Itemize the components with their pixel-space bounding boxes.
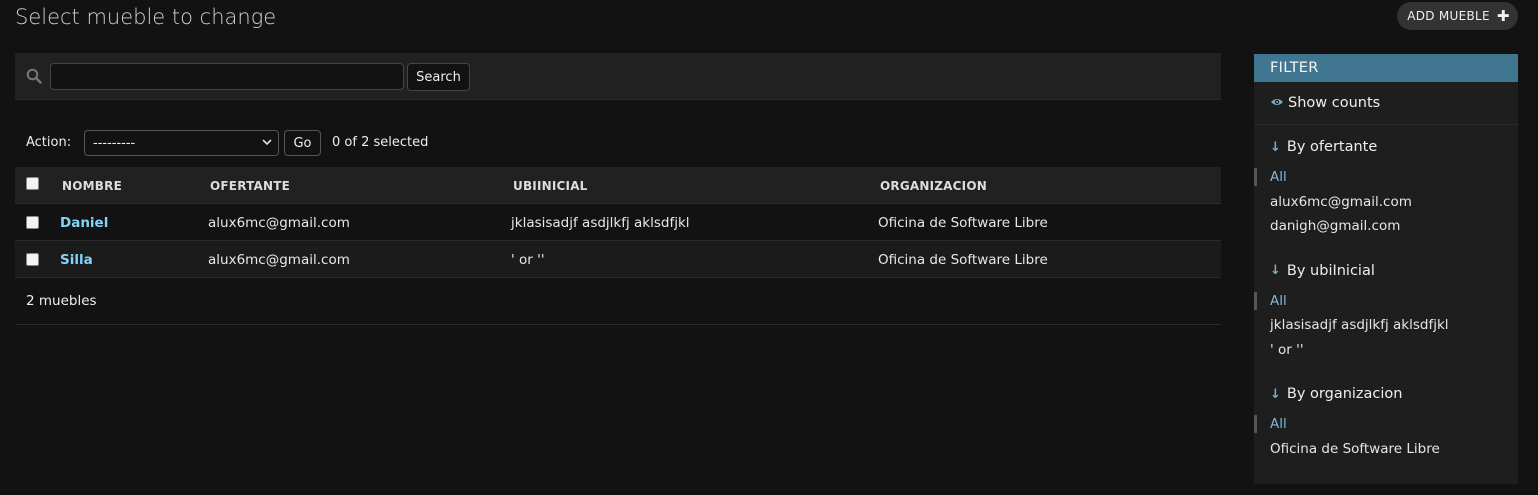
filter-option[interactable]: jklasisadjf asdjlkfj aklsdfjkl bbox=[1254, 313, 1518, 338]
page-title: Select mueble to change bbox=[15, 5, 277, 29]
filter-sidebar: FILTER Show counts ↓ By ofertante All alu… bbox=[1254, 54, 1518, 484]
plus-icon: ✚ bbox=[1496, 7, 1510, 25]
paginator: 2 muebles bbox=[15, 287, 1221, 325]
table-row: Silla alux6mc@gmail.com ' or '' Oficina … bbox=[15, 241, 1221, 278]
arrow-down-icon: ↓ bbox=[1270, 386, 1281, 402]
filter-option[interactable]: ' or '' bbox=[1254, 338, 1518, 363]
row-nombre-link[interactable]: Silla bbox=[60, 252, 93, 268]
filter-option[interactable]: All bbox=[1254, 412, 1518, 437]
filter-section-ubiinicial: ↓ By ubiInicial All jklasisadjf asdjlkfj … bbox=[1254, 259, 1518, 363]
selected-count: 0 of 2 selected bbox=[332, 135, 429, 150]
column-header-nombre[interactable]: NOMBRE bbox=[62, 179, 122, 193]
column-header-ubiinicial[interactable]: UBIINICIAL bbox=[513, 179, 588, 193]
go-button[interactable]: Go bbox=[284, 130, 321, 156]
show-counts-toggle[interactable]: Show counts bbox=[1254, 82, 1518, 125]
row-organizacion: Oficina de Software Libre bbox=[878, 252, 1048, 268]
search-icon bbox=[26, 68, 42, 84]
search-toolbar: Search bbox=[15, 53, 1221, 100]
search-input[interactable] bbox=[50, 63, 404, 90]
filter-heading-label: By organizacion bbox=[1286, 386, 1403, 402]
filter-option[interactable]: Oficina de Software Libre bbox=[1254, 437, 1518, 462]
row-ubiinicial: ' or '' bbox=[511, 252, 545, 268]
arrow-down-icon: ↓ bbox=[1270, 139, 1281, 155]
row-ofertante: alux6mc@gmail.com bbox=[208, 252, 350, 268]
filter-option[interactable]: alux6mc@gmail.com bbox=[1254, 190, 1518, 215]
filter-heading[interactable]: ↓ By organizacion bbox=[1254, 382, 1518, 406]
filter-heading-label: By ubiInicial bbox=[1286, 262, 1375, 279]
select-all-checkbox[interactable] bbox=[26, 177, 39, 190]
action-label: Action: bbox=[26, 135, 72, 150]
column-header-organizacion[interactable]: ORGANIZACION bbox=[880, 179, 987, 193]
result-count: 2 muebles bbox=[26, 293, 97, 309]
filter-title: FILTER bbox=[1254, 54, 1518, 82]
add-mueble-label: ADD MUEBLE bbox=[1407, 9, 1490, 23]
add-mueble-button[interactable]: ADD MUEBLE ✚ bbox=[1397, 2, 1518, 30]
filter-option[interactable]: danigh@gmail.com bbox=[1254, 214, 1518, 239]
filter-option[interactable]: All bbox=[1254, 289, 1518, 314]
eye-icon bbox=[1271, 99, 1283, 105]
filter-section-ofertante: ↓ By ofertante All alux6mc@gmail.com dani… bbox=[1254, 135, 1518, 239]
row-nombre-link[interactable]: Daniel bbox=[60, 215, 108, 231]
actions-bar: Action: --------- Go 0 of 2 selected bbox=[26, 130, 526, 156]
row-checkbox[interactable] bbox=[26, 253, 39, 266]
table-row: Daniel alux6mc@gmail.com jklasisadjf asd… bbox=[15, 204, 1221, 241]
row-ofertante: alux6mc@gmail.com bbox=[208, 215, 350, 231]
row-ubiinicial: jklasisadjf asdjlkfj aklsdfjkl bbox=[511, 215, 690, 231]
chevron-down-icon bbox=[262, 139, 272, 146]
row-checkbox[interactable] bbox=[26, 216, 39, 229]
results-table: NOMBRE OFERTANTE UBIINICIAL ORGANIZACION… bbox=[15, 167, 1221, 278]
action-select[interactable]: --------- bbox=[84, 130, 279, 156]
table-header: NOMBRE OFERTANTE UBIINICIAL ORGANIZACION bbox=[15, 167, 1221, 204]
show-counts-label: Show counts bbox=[1288, 95, 1381, 111]
row-organizacion: Oficina de Software Libre bbox=[878, 215, 1048, 231]
filter-heading[interactable]: ↓ By ofertante bbox=[1254, 135, 1518, 159]
filter-section-organizacion: ↓ By organizacion All Oficina de Software… bbox=[1254, 382, 1518, 461]
filter-heading-label: By ofertante bbox=[1286, 139, 1378, 155]
search-button[interactable]: Search bbox=[407, 63, 470, 91]
filter-heading[interactable]: ↓ By ubiInicial bbox=[1254, 259, 1518, 283]
filter-option[interactable]: All bbox=[1254, 165, 1518, 190]
column-header-ofertante[interactable]: OFERTANTE bbox=[210, 179, 290, 193]
arrow-down-icon: ↓ bbox=[1270, 263, 1281, 278]
action-select-value: --------- bbox=[93, 136, 136, 151]
